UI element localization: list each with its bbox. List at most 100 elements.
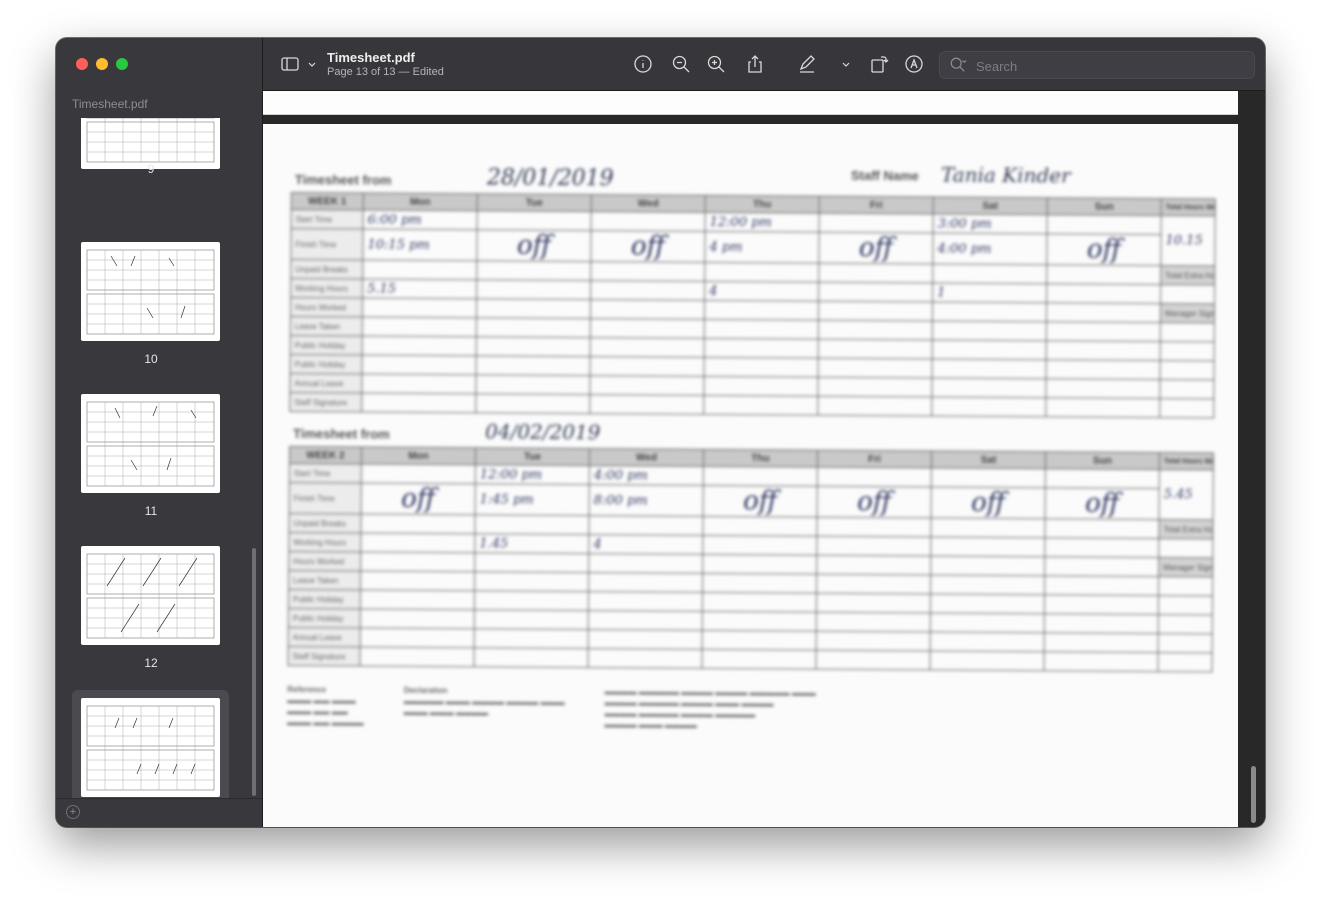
thumbnail-label: 12 (144, 656, 158, 670)
start-time (703, 466, 818, 487)
start-time (591, 211, 706, 232)
sidebar-icon[interactable] (280, 54, 300, 74)
working-hours (476, 279, 591, 300)
pdf-page-13: Timesheet from 28/01/2019 Staff Name Tan… (263, 124, 1238, 827)
previous-page-edge (263, 91, 1238, 115)
day-header: Mon (361, 446, 476, 465)
day-header: Fri (817, 450, 932, 468)
thumbnail-list[interactable]: 9 10 11 12 (56, 118, 262, 798)
start-time (477, 210, 592, 231)
total-hours-header: Total Hours Worked (1159, 452, 1214, 470)
zoom-out-icon[interactable] (671, 54, 691, 74)
search-input[interactable] (974, 56, 1248, 76)
day-header: Sat (931, 450, 1046, 469)
side-label: Total Extra Hours (1158, 519, 1214, 539)
start-time: 6:00 pm (363, 210, 478, 230)
day-header: Mon (363, 193, 478, 211)
sidebar-footer: + (56, 798, 262, 827)
working-hours (816, 536, 931, 556)
row-label: Annual Leave (288, 627, 361, 647)
declaration-column: Declaration ▬▬▬▬▬ ▬▬▬ ▬▬▬▬ ▬▬▬▬ ▬▬▬ ▬▬▬ ▬… (403, 685, 565, 718)
finish-time: off (931, 486, 1046, 519)
finish-time: off (361, 482, 476, 515)
row-label: Annual Leave (289, 373, 363, 394)
working-hours (1044, 537, 1159, 558)
page-thumbnail-12[interactable] (81, 546, 220, 645)
finish-time: 4 pm (704, 231, 820, 264)
working-hours (360, 532, 475, 553)
day-header: Thu (703, 449, 818, 468)
finish-time: 8:00 pm (589, 484, 704, 517)
add-page-icon[interactable]: + (66, 805, 80, 819)
start-time (931, 467, 1046, 488)
document-view[interactable]: Timesheet from 28/01/2019 Staff Name Tan… (263, 91, 1265, 827)
finish-time: off (1045, 487, 1160, 520)
info-icon[interactable] (633, 54, 653, 74)
week1-title: Timesheet from (294, 172, 392, 188)
document-subtitle: Page 13 of 13 — Edited (327, 66, 444, 78)
row-label: Working Hours (290, 278, 363, 299)
rotate-icon[interactable] (869, 54, 889, 74)
document-title: Timesheet.pdf (327, 50, 415, 65)
side-label: Total Extra Hours (1160, 265, 1215, 285)
week2-date: 04/02/2019 (485, 419, 601, 445)
row-label: Working Hours (288, 532, 361, 552)
highlight-pen-icon[interactable] (797, 54, 817, 74)
total-hours-value: 10.15 (1160, 215, 1216, 266)
row-label: Start Time (291, 209, 364, 230)
row-label: Leave Taken (288, 570, 361, 590)
start-time (1047, 214, 1162, 235)
day-header: Sat (933, 196, 1048, 215)
week1-table: WEEK 1 Mon Tue Wed Thu Fri Sat Sun Total… (289, 192, 1216, 418)
thumbnail-label: 11 (144, 504, 158, 518)
week2-title: Timesheet from (293, 426, 390, 442)
reference-column: Reference ▬▬▬ ▬▬ ▬▬▬ ▬▬▬ ▬▬ ▬▬ ▬▬▬ ▬▬ ▬▬▬▬ (287, 684, 364, 728)
finish-time: 4:00 pm (932, 232, 1048, 265)
start-time: 4:00 pm (589, 465, 704, 486)
toolbar: Timesheet.pdf Page 13 of 13 — Edited (263, 38, 1265, 91)
working-hours: 4 (704, 281, 819, 302)
reference-title: Reference (287, 684, 327, 695)
row-label: Staff Signature (287, 646, 361, 666)
share-icon[interactable] (745, 54, 765, 74)
row-label: Public Holiday (290, 335, 363, 356)
declaration-title: Declaration (403, 685, 448, 696)
search-icon (949, 56, 967, 74)
day-header: Tue (475, 447, 590, 466)
working-hours (702, 535, 817, 556)
finish-time: 10:15 pm (362, 229, 478, 261)
row-label: Public Holiday (288, 589, 361, 609)
week-label: WEEK 2 (289, 446, 362, 464)
zoom-in-icon[interactable] (706, 54, 726, 74)
finish-time: off (703, 485, 818, 518)
start-time (361, 463, 476, 484)
chevron-down-icon[interactable] (302, 54, 316, 74)
page-thumbnail-13[interactable] (81, 698, 220, 797)
markup-icon[interactable] (904, 54, 924, 74)
week-label: WEEK 1 (291, 192, 364, 211)
zoom-window-button[interactable] (116, 58, 128, 70)
search-field[interactable] (939, 51, 1255, 79)
chevron-down-icon[interactable] (836, 54, 850, 74)
day-header: Sun (1047, 197, 1162, 216)
finish-time: off (817, 486, 932, 518)
start-time: 3:00 pm (933, 213, 1048, 234)
minimize-window-button[interactable] (96, 58, 108, 70)
working-hours: 1.45 (474, 533, 589, 554)
page-thumbnail-11[interactable] (81, 394, 220, 493)
day-header: Wed (589, 448, 704, 467)
day-header: Tue (477, 193, 592, 212)
row-label: Finish Time (290, 228, 364, 261)
row-label: Hours Worked (290, 297, 363, 318)
start-time (817, 467, 932, 487)
day-header: Sun (1045, 451, 1160, 470)
week1-date: 28/01/2019 (486, 165, 614, 192)
sidebar-scrollbar[interactable] (252, 548, 256, 796)
start-time: 12:00 pm (705, 212, 820, 233)
working-hours (930, 536, 1045, 557)
working-hours: 1 (932, 282, 1047, 303)
close-window-button[interactable] (76, 58, 88, 70)
start-time (819, 213, 934, 233)
page-thumbnail-10[interactable] (81, 242, 220, 341)
document-scrollbar[interactable] (1251, 766, 1256, 823)
